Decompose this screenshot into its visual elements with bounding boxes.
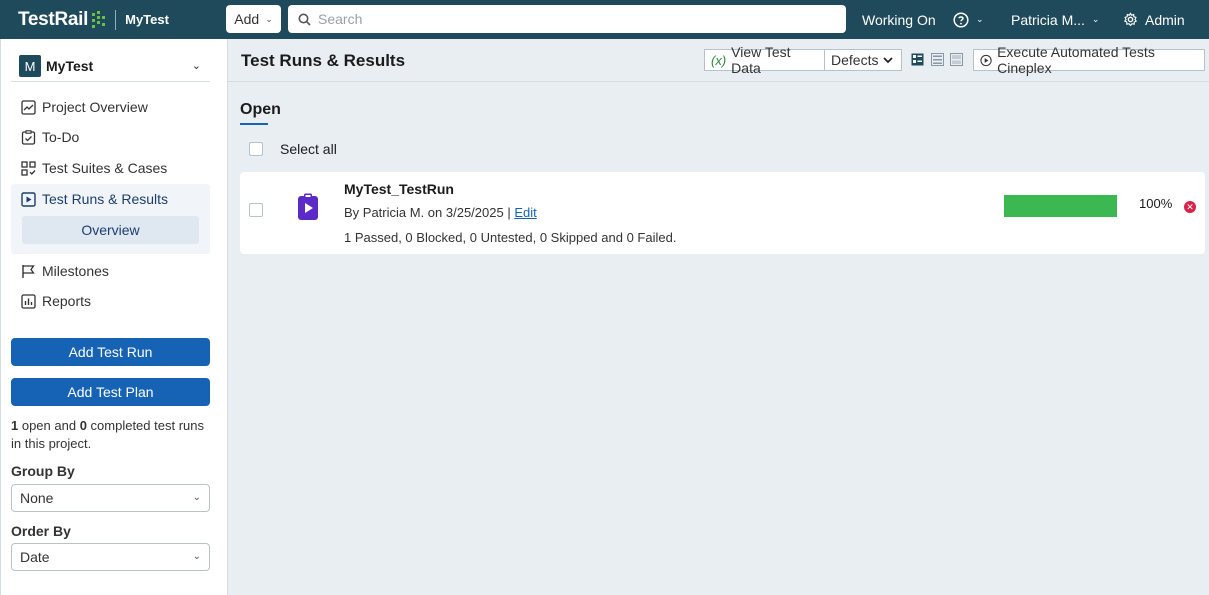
flag-icon: [22, 264, 35, 278]
sidebar-item-label: Test Runs & Results: [42, 191, 169, 207]
project-name: MyTest: [46, 58, 94, 74]
view-list-icon[interactable]: [950, 53, 963, 66]
chevron-down-icon: ⌄: [192, 551, 201, 562]
top-bar: TestRail MyTest Add ⌄ Working On: [0, 0, 1209, 39]
play-box-icon: [21, 191, 36, 207]
add-label: Add: [234, 11, 260, 27]
play-circle-icon: [980, 54, 992, 66]
sidebar-subitem-overview[interactable]: Overview: [22, 216, 199, 244]
run-progress-fill: [1004, 195, 1117, 217]
section-title-open: Open: [240, 101, 281, 118]
add-test-run-button[interactable]: Add Test Run: [11, 338, 210, 366]
runs-summary-note: 1 open and 0 completed test runs in this…: [11, 417, 216, 453]
completed-count: 0: [79, 418, 87, 433]
group-by-value: None: [20, 490, 54, 506]
run-meta: By Patricia M. on 3/25/2025 | Edit: [344, 205, 537, 220]
defects-dropdown[interactable]: Defects: [824, 49, 902, 71]
sidebar-divider: [11, 81, 210, 82]
group-by-label: Group By: [11, 463, 75, 479]
add-dropdown-button[interactable]: Add ⌄: [226, 5, 281, 33]
sidebar-item-label: Reports: [42, 293, 92, 309]
header-project-name[interactable]: MyTest: [125, 12, 169, 27]
sidebar-item-label: Project Overview: [42, 99, 148, 115]
order-by-label: Order By: [11, 523, 71, 539]
todo-check-icon: [21, 129, 36, 145]
sidebar-item-label: Milestones: [42, 263, 109, 279]
view-compact-icon[interactable]: [931, 53, 944, 66]
sidebar-item-project-overview[interactable]: Project Overview: [11, 93, 210, 121]
working-on-button[interactable]: Working On: [862, 0, 936, 39]
execute-automated-tests-button[interactable]: Execute Automated Tests Cineplex: [973, 44, 1205, 76]
sidebar-item-milestones[interactable]: Milestones: [11, 257, 210, 285]
run-author-date: By Patricia M. on 3/25/2025 |: [344, 205, 515, 220]
sidebar-item-label: To-Do: [42, 129, 80, 145]
search-box[interactable]: [288, 5, 846, 33]
user-menu[interactable]: Patricia M... ⌄: [1011, 0, 1099, 39]
add-test-plan-button[interactable]: Add Test Plan: [11, 378, 210, 406]
test-run-row: MyTest_TestRun By Patricia M. on 3/25/20…: [240, 172, 1205, 254]
view-test-data-label: View Test Data: [731, 44, 791, 76]
admin-button[interactable]: Admin: [1123, 0, 1185, 39]
chevron-down-icon: ⌄: [191, 60, 201, 72]
chevron-down-icon: [883, 57, 894, 64]
logo-text: TestRail: [18, 8, 89, 30]
view-detailed-icon[interactable]: [911, 53, 924, 66]
sidebar-item-reports[interactable]: Reports: [11, 287, 210, 315]
search-icon: [298, 13, 311, 26]
test-run-clipboard-icon: [298, 193, 318, 220]
run-progress-bar: [1004, 195, 1117, 217]
chevron-down-icon: ⌄: [1091, 14, 1100, 24]
main-header: Test Runs & Results (x) View Test Data D…: [228, 39, 1209, 82]
sidebar-item-label: Test Suites & Cases: [42, 160, 168, 176]
gear-icon: [1123, 12, 1138, 27]
logo-separator: [115, 9, 117, 30]
select-all-label: Select all: [280, 141, 337, 157]
logo-mark-icon: [92, 10, 106, 28]
run-checkbox[interactable]: [249, 203, 263, 217]
sidebar-item-todo[interactable]: To-Do: [11, 123, 210, 151]
select-all-checkbox[interactable]: [249, 142, 263, 156]
help-menu[interactable]: ⌄: [953, 0, 984, 39]
order-by-value: Date: [20, 549, 50, 565]
working-on-label: Working On: [862, 11, 936, 28]
sidebar-item-test-suites[interactable]: Test Suites & Cases: [11, 154, 210, 182]
project-avatar: M: [19, 55, 41, 77]
run-name-link[interactable]: MyTest_TestRun: [344, 181, 454, 197]
run-progress-percent: 100%: [1139, 196, 1173, 211]
variable-icon: (x): [711, 52, 727, 68]
group-by-select[interactable]: None ⌄: [11, 484, 210, 512]
chevron-down-icon: ⌄: [192, 492, 201, 503]
run-stats: 1 Passed, 0 Blocked, 0 Untested, 0 Skipp…: [344, 230, 677, 245]
view-test-data-button[interactable]: (x) View Test Data: [704, 44, 825, 76]
order-by-select[interactable]: Date ⌄: [11, 543, 210, 571]
logo[interactable]: TestRail MyTest: [0, 0, 169, 39]
user-name: Patricia M...: [1011, 11, 1085, 28]
execute-label: Execute Automated Tests Cineplex: [997, 44, 1155, 76]
search-input[interactable]: [318, 11, 818, 27]
report-icon: [21, 293, 36, 309]
chevron-down-icon: ⌄: [976, 14, 984, 24]
close-run-icon[interactable]: ✕: [1184, 201, 1196, 213]
page-title: Test Runs & Results: [241, 51, 406, 70]
defects-label: Defects: [831, 52, 879, 68]
admin-label: Admin: [1145, 11, 1185, 28]
chart-icon: [21, 99, 36, 115]
suites-grid-icon: [21, 160, 36, 176]
sidebar-item-test-runs[interactable]: Test Runs & Results: [11, 185, 210, 213]
project-selector[interactable]: M MyTest ⌄: [19, 51, 211, 81]
edit-run-link[interactable]: Edit: [514, 205, 536, 220]
chevron-down-icon: ⌄: [265, 13, 273, 24]
note-text: open and: [18, 418, 80, 433]
help-icon: [953, 11, 969, 28]
section-underline: [240, 123, 268, 125]
